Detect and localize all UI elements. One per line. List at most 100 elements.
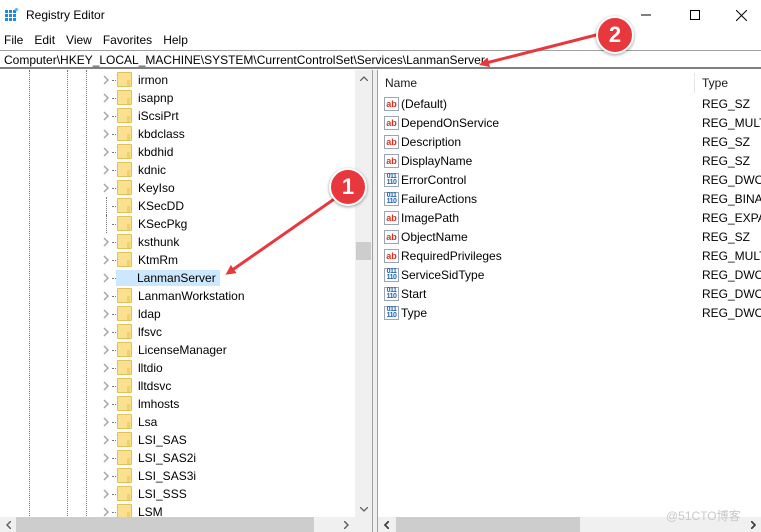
tree-item[interactable]: KeyIso (0, 179, 355, 197)
address-path[interactable]: Computer\HKEY_LOCAL_MACHINE\SYSTEM\Curre… (4, 53, 485, 67)
tree-item[interactable]: LSI_SAS3i (0, 467, 355, 485)
value-row[interactable]: ab ObjectName REG_SZ (378, 228, 761, 247)
value-row[interactable]: abDependOnService REG_MULTI (378, 114, 761, 133)
value-row[interactable]: 011110ErrorControl REG_DWOR (378, 171, 761, 190)
tree-item-label: lmhosts (138, 397, 180, 411)
tree-item[interactable]: LanmanWorkstation (0, 287, 355, 305)
folder-icon (117, 216, 132, 231)
scroll-thumb[interactable] (396, 517, 580, 532)
chevron-right-icon[interactable] (101, 470, 111, 482)
tree-item[interactable]: LSI_SAS2i (0, 449, 355, 467)
folder-icon (117, 72, 132, 87)
menu-help[interactable]: Help (158, 31, 194, 49)
address-bar[interactable]: Computer\HKEY_LOCAL_MACHINE\SYSTEM\Curre… (0, 50, 761, 69)
scroll-left-button[interactable] (378, 517, 394, 532)
tree-item[interactable]: LSI_SSS (0, 485, 355, 503)
column-header-type[interactable]: Type (702, 70, 728, 96)
tree-item[interactable]: lltdio (0, 359, 355, 377)
value-row[interactable]: 011110FailureActions REG_BINAR (378, 190, 761, 209)
tree-item[interactable]: lmhosts (0, 395, 355, 413)
tree-item[interactable]: kdnic (0, 161, 355, 179)
value-row[interactable]: 011110Start REG_DWOR (378, 285, 761, 304)
scroll-down-button[interactable] (355, 501, 372, 518)
tree-item[interactable]: kbdhid (0, 143, 355, 161)
tree-item[interactable]: isapnp (0, 89, 355, 107)
chevron-right-icon[interactable] (101, 254, 111, 266)
scroll-right-button[interactable] (338, 517, 354, 532)
tree-horizontal-scrollbar[interactable] (0, 517, 372, 532)
chevron-right-icon[interactable] (101, 326, 111, 338)
tree-item[interactable]: KtmRm (0, 251, 355, 269)
chevron-right-icon[interactable] (101, 308, 111, 320)
tree-item[interactable]: ksthunk (0, 233, 355, 251)
scroll-thumb[interactable] (16, 517, 314, 532)
scroll-up-button[interactable] (355, 70, 372, 87)
menu-favorites[interactable]: Favorites (98, 31, 158, 49)
tree-item-label: KtmRm (138, 253, 178, 267)
scroll-left-button[interactable] (0, 517, 16, 532)
chevron-left-icon (5, 520, 11, 529)
tree-item[interactable]: ldap (0, 305, 355, 323)
tree-item-label: ksthunk (138, 235, 180, 249)
tree-item[interactable]: LanmanServer (0, 269, 355, 287)
value-row[interactable]: 011110Type REG_DWOR (378, 304, 761, 323)
tree-vertical-scrollbar[interactable] (355, 70, 372, 518)
chevron-right-icon[interactable] (101, 272, 111, 284)
tree-item[interactable]: irmon (0, 71, 355, 89)
chevron-right-icon[interactable] (101, 290, 111, 302)
folder-icon (117, 90, 132, 105)
tree-item-label: LSI_SAS3i (138, 469, 197, 483)
chevron-right-icon[interactable] (101, 362, 111, 374)
value-row[interactable]: 011110ServiceSidType REG_DWOR (378, 266, 761, 285)
tree-item[interactable]: lfsvc (0, 323, 355, 341)
tree-item[interactable]: iScsiPrt (0, 107, 355, 125)
folder-icon (117, 180, 132, 195)
value-row[interactable]: ab Description REG_SZ (378, 133, 761, 152)
chevron-right-icon[interactable] (101, 164, 111, 176)
tree-item[interactable]: LSI_SAS (0, 431, 355, 449)
folder-icon (117, 486, 132, 501)
value-name: ErrorControl (401, 173, 467, 187)
scroll-right-button[interactable] (745, 517, 761, 532)
folder-icon (117, 378, 132, 393)
chevron-right-icon[interactable] (101, 146, 111, 158)
chevron-right-icon[interactable] (101, 380, 111, 392)
menu-view[interactable]: View (61, 31, 98, 49)
maximize-button[interactable] (672, 0, 718, 30)
column-header-name[interactable]: Name (385, 70, 417, 96)
tree-item[interactable]: KSecDD (0, 197, 355, 215)
tree-item[interactable]: KSecPkg (0, 215, 355, 233)
chevron-right-icon[interactable] (101, 434, 111, 446)
tree-item[interactable]: kbdclass (0, 125, 355, 143)
chevron-right-icon[interactable] (101, 344, 111, 356)
chevron-right-icon[interactable] (101, 488, 111, 500)
value-type: REG_SZ (702, 230, 751, 244)
menu-file[interactable]: File (0, 31, 29, 49)
chevron-right-icon[interactable] (101, 74, 111, 86)
value-row[interactable]: abImagePath REG_EXPAN (378, 209, 761, 228)
value-name: Description (401, 135, 462, 149)
chevron-right-icon[interactable] (101, 92, 111, 104)
chevron-right-icon[interactable] (101, 416, 111, 428)
chevron-right-icon[interactable] (101, 398, 111, 410)
chevron-right-icon[interactable] (101, 182, 111, 194)
tree-item[interactable]: LicenseManager (0, 341, 355, 359)
chevron-right-icon[interactable] (101, 128, 111, 140)
tree-item[interactable]: Lsa (0, 413, 355, 431)
close-button[interactable] (718, 0, 761, 30)
scroll-thumb[interactable] (356, 242, 371, 260)
menu-edit[interactable]: Edit (29, 31, 61, 49)
value-row[interactable]: abRequiredPrivileges REG_MULTI (378, 247, 761, 266)
value-name: Type (401, 306, 428, 320)
tree-item[interactable]: lltdsvc (0, 377, 355, 395)
folder-icon (117, 360, 132, 375)
key-tree: irmon isapnp iScsiPrt kbdclass kbdhid kdnic Ke… (0, 70, 372, 532)
tree-item-label: kbdhid (138, 145, 174, 159)
value-row[interactable]: ab (Default) REG_SZ (378, 95, 761, 114)
folder-icon (117, 306, 132, 321)
chevron-right-icon[interactable] (101, 452, 111, 464)
value-row[interactable]: ab DisplayName REG_SZ (378, 152, 761, 171)
chevron-right-icon[interactable] (101, 110, 111, 122)
chevron-right-icon[interactable] (101, 236, 111, 248)
column-divider[interactable] (694, 73, 695, 93)
